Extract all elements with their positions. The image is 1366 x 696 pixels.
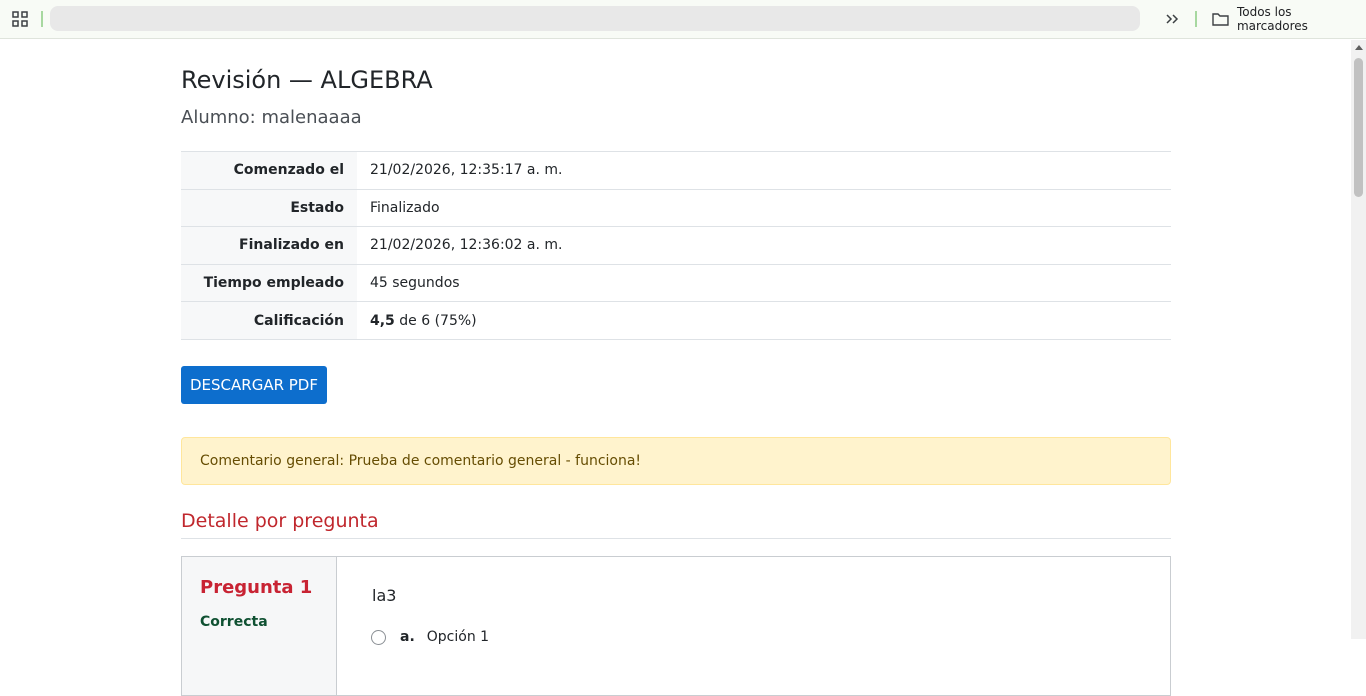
attempt-info-table: Comenzado el 21/02/2026, 12:35:17 a. m. … xyxy=(181,151,1171,340)
bookmarks-separator xyxy=(1195,11,1197,27)
scrollbar-thumb[interactable] xyxy=(1354,58,1363,197)
section-heading: Detalle por pregunta xyxy=(181,510,1171,539)
grade-total: de 6 (75%) xyxy=(394,312,477,329)
table-row: Comenzado el 21/02/2026, 12:35:17 a. m. xyxy=(181,151,1171,190)
chevron-double-right-icon[interactable] xyxy=(1164,11,1182,27)
row-value: 45 segundos xyxy=(357,263,1171,302)
all-bookmarks-label: Todos los marcadores xyxy=(1236,5,1308,33)
row-value: 21/02/2026, 12:35:17 a. m. xyxy=(357,151,1171,190)
all-bookmarks-button[interactable]: Todos los marcadores xyxy=(1212,5,1366,33)
apps-grid-icon[interactable] xyxy=(12,11,28,27)
question-sidebar: Pregunta 1 Correcta xyxy=(182,557,337,695)
folder-icon xyxy=(1212,13,1229,26)
row-label: Finalizado en xyxy=(181,226,357,265)
download-pdf-button[interactable]: DESCARGAR PDF xyxy=(181,366,327,404)
grade-value: 4,5 de 6 (75%) xyxy=(357,301,1171,340)
question-text: la3 xyxy=(372,586,397,605)
page-title: Revisión — ALGEBRA xyxy=(181,66,433,94)
radio-button xyxy=(371,629,386,645)
scroll-up-arrow-icon[interactable] xyxy=(1355,45,1363,50)
bookmark-item[interactable] xyxy=(50,6,1140,31)
table-row: Estado Finalizado xyxy=(181,188,1171,227)
option-letter: a. xyxy=(400,629,415,645)
bookmarks-bar: Todos los marcadores xyxy=(0,0,1366,39)
student-name: Alumno: malenaaaa xyxy=(181,107,362,128)
option-label: Opción 1 xyxy=(426,629,490,645)
table-row: Calificación 4,5 de 6 (75%) xyxy=(181,301,1171,340)
grade-label: Calificación xyxy=(181,301,357,340)
row-label: Comenzado el xyxy=(181,151,357,190)
row-label: Estado xyxy=(181,188,357,227)
bookmarks-separator xyxy=(41,11,43,27)
question-status-badge: Correcta xyxy=(200,614,268,630)
question-number: Pregunta 1 xyxy=(200,577,313,598)
row-value: 21/02/2026, 12:36:02 a. m. xyxy=(357,226,1171,265)
table-row: Finalizado en 21/02/2026, 12:36:02 a. m. xyxy=(181,226,1171,265)
general-comment-alert: Comentario general: Prueba de comentario… xyxy=(181,437,1171,485)
grade-score: 4,5 xyxy=(370,312,395,329)
row-value: Finalizado xyxy=(357,188,1171,227)
page-scrollbar[interactable] xyxy=(1351,40,1366,639)
table-row: Tiempo empleado 45 segundos xyxy=(181,263,1171,302)
row-label: Tiempo empleado xyxy=(181,263,357,302)
question-card: Pregunta 1 Correcta la3 a. Opción 1 xyxy=(181,556,1171,696)
answer-option: a. Opción 1 xyxy=(371,629,489,645)
